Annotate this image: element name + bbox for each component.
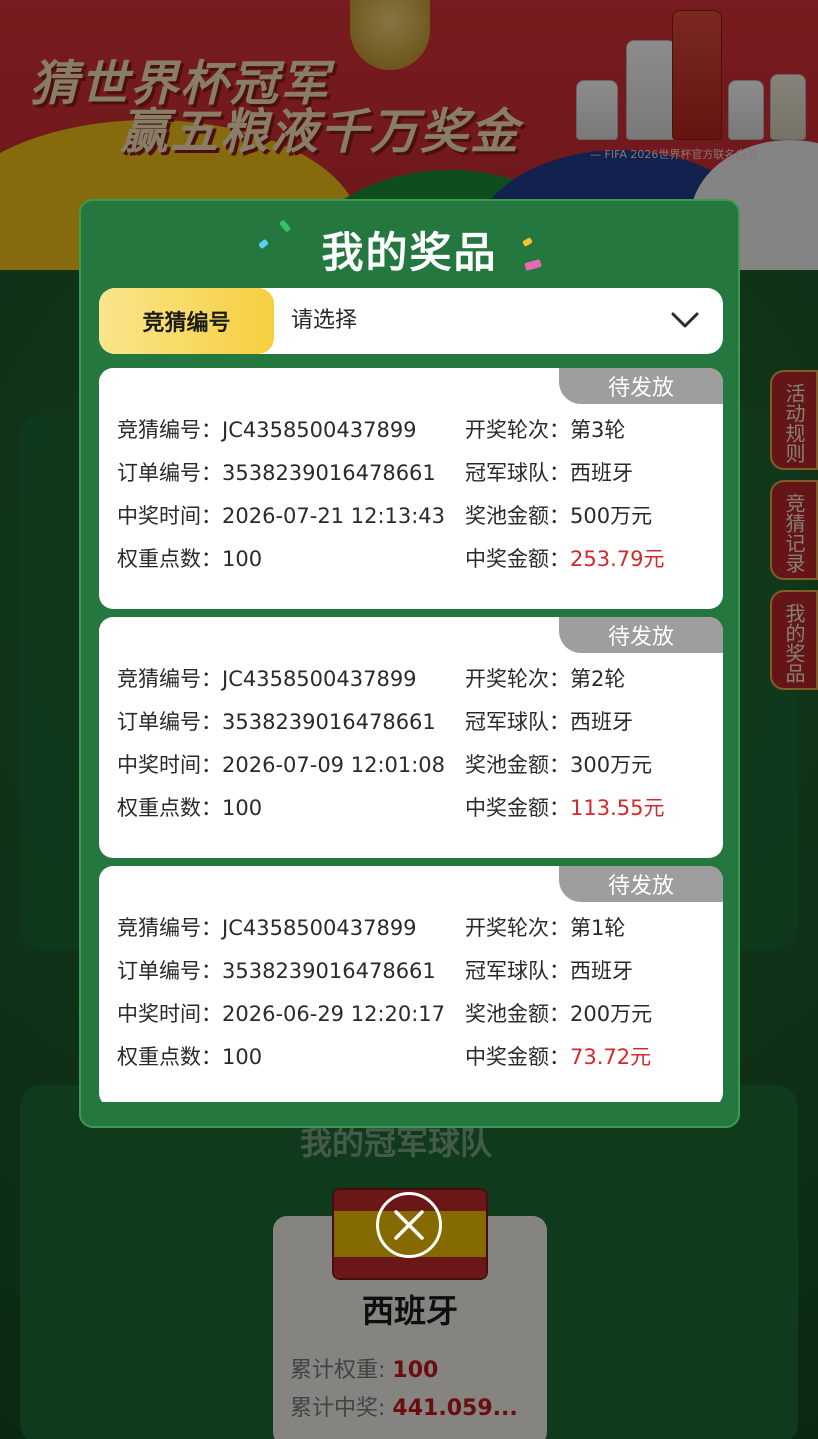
field-guess-id: 竞猜编号：JC4358500437899	[117, 667, 417, 691]
field-pool: 奖池金额：200万元	[465, 1002, 653, 1026]
field-round: 开奖轮次：第1轮	[465, 916, 626, 940]
field-prize: 中奖金额：113.55元	[465, 796, 665, 820]
field-weight: 权重点数：100	[117, 796, 263, 820]
weight-value: 100	[222, 547, 263, 571]
pool-value: 300万元	[570, 753, 653, 777]
selector-label: 竞猜编号	[99, 288, 274, 354]
guess-id-value: JC4358500437899	[222, 916, 417, 940]
field-prize: 中奖金额：73.72元	[465, 1045, 652, 1069]
prize-amount-value: 73.72元	[570, 1045, 652, 1069]
round-value: 第2轮	[570, 667, 626, 691]
round-value: 第1轮	[570, 916, 626, 940]
guess-id-value: JC4358500437899	[222, 418, 417, 442]
field-win-time: 中奖时间：2026-07-09 12:01:08	[117, 753, 446, 777]
field-win-time: 中奖时间：2026-06-29 12:20:17	[117, 1002, 446, 1026]
team-value: 西班牙	[570, 461, 633, 485]
win-time-value: 2026-06-29 12:20:17	[222, 1002, 446, 1026]
field-guess-id: 竞猜编号：JC4358500437899	[117, 418, 417, 442]
status-badge: 待发放	[559, 866, 723, 902]
status-badge: 待发放	[559, 617, 723, 653]
prize-card: 待发放 竞猜编号：JC4358500437899 订单编号：3538239016…	[99, 866, 723, 1102]
status-badge: 待发放	[559, 368, 723, 404]
prize-card: 待发放 竞猜编号：JC4358500437899 订单编号：3538239016…	[99, 368, 723, 609]
weight-value: 100	[222, 1045, 263, 1069]
field-round: 开奖轮次：第2轮	[465, 667, 626, 691]
prize-amount-value: 113.55元	[570, 796, 665, 820]
field-weight: 权重点数：100	[117, 547, 263, 571]
field-weight: 权重点数：100	[117, 1045, 263, 1069]
weight-value: 100	[222, 796, 263, 820]
my-prizes-modal: 我的奖品 竞猜编号 请选择 待发放 竞猜编号：JC4358500437899 订…	[79, 199, 740, 1128]
order-id-value: 3538239016478661	[222, 959, 436, 983]
close-icon[interactable]	[392, 1208, 426, 1242]
pool-value: 500万元	[570, 504, 653, 528]
field-prize: 中奖金额：253.79元	[465, 547, 665, 571]
field-round: 开奖轮次：第3轮	[465, 418, 626, 442]
field-team: 冠军球队：西班牙	[465, 710, 633, 734]
win-time-value: 2026-07-21 12:13:43	[222, 504, 446, 528]
team-value: 西班牙	[570, 710, 633, 734]
field-win-time: 中奖时间：2026-07-21 12:13:43	[117, 504, 446, 528]
order-id-value: 3538239016478661	[222, 461, 436, 485]
round-value: 第3轮	[570, 418, 626, 442]
pool-value: 200万元	[570, 1002, 653, 1026]
field-order-id: 订单编号：3538239016478661	[117, 461, 436, 485]
field-team: 冠军球队：西班牙	[465, 959, 633, 983]
field-order-id: 订单编号：3538239016478661	[117, 959, 436, 983]
modal-title: 我的奖品	[321, 228, 498, 277]
field-order-id: 订单编号：3538239016478661	[117, 710, 436, 734]
order-id-value: 3538239016478661	[222, 710, 436, 734]
team-value: 西班牙	[570, 959, 633, 983]
prize-list[interactable]: 待发放 竞猜编号：JC4358500437899 订单编号：3538239016…	[99, 368, 723, 1102]
close-button[interactable]	[376, 1192, 442, 1258]
chevron-down-icon[interactable]	[671, 310, 699, 330]
field-guess-id: 竞猜编号：JC4358500437899	[117, 916, 417, 940]
prize-amount-value: 253.79元	[570, 547, 665, 571]
field-pool: 奖池金额：500万元	[465, 504, 653, 528]
selector-value[interactable]: 请选择	[291, 288, 357, 354]
field-team: 冠军球队：西班牙	[465, 461, 633, 485]
field-pool: 奖池金额：300万元	[465, 753, 653, 777]
guess-id-value: JC4358500437899	[222, 667, 417, 691]
guess-id-selector[interactable]: 竞猜编号 请选择	[99, 288, 723, 354]
win-time-value: 2026-07-09 12:01:08	[222, 753, 446, 777]
prize-card: 待发放 竞猜编号：JC4358500437899 订单编号：3538239016…	[99, 617, 723, 858]
